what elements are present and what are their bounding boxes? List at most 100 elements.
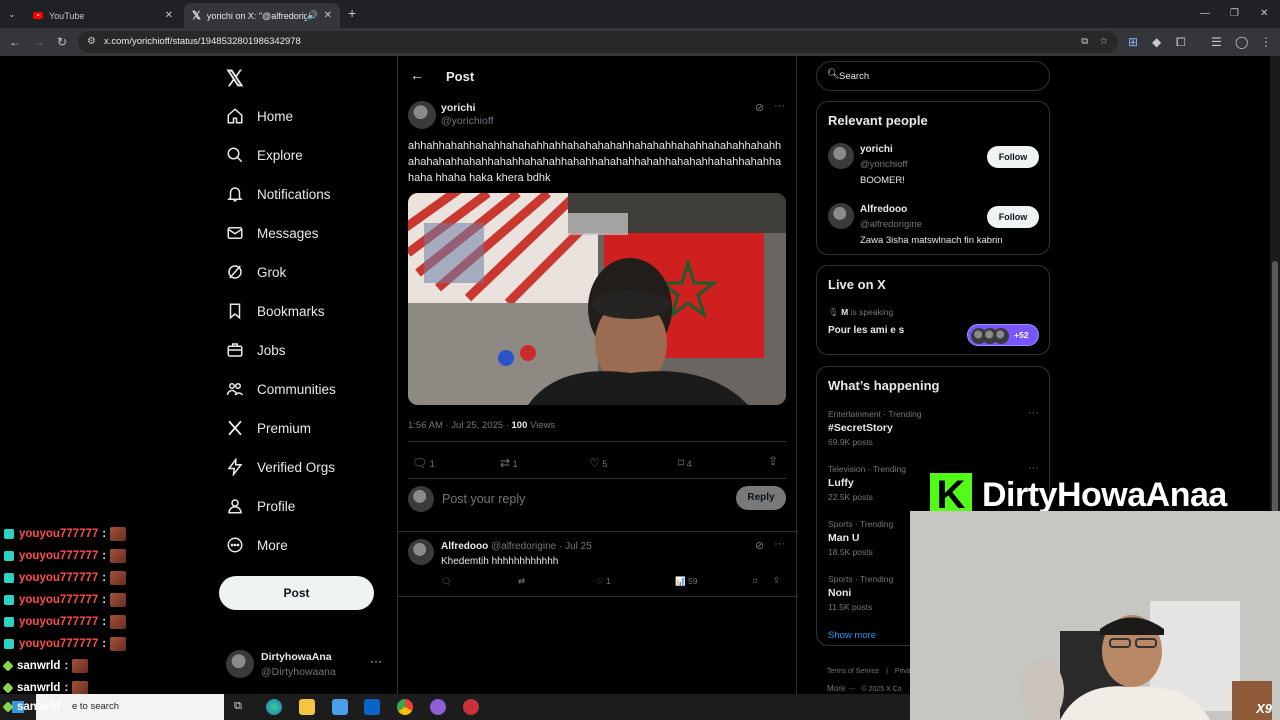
obs-icon[interactable] xyxy=(430,699,446,715)
person-name[interactable]: Alfredooo xyxy=(860,204,907,215)
window-close-icon[interactable]: ✕ xyxy=(1260,8,1268,20)
file-explorer-icon[interactable] xyxy=(299,699,315,715)
views-action[interactable]: 📊 59 xyxy=(675,576,697,587)
x-logo-icon[interactable]: 𝕏 xyxy=(226,66,244,92)
nav-premium[interactable]: Premium xyxy=(226,413,311,443)
nav-explore[interactable]: Explore xyxy=(226,140,303,170)
trend-item[interactable]: Sports · Trending Man U 18.5K posts xyxy=(828,519,893,557)
space-title[interactable]: Pour les ami e s xyxy=(828,325,904,336)
like-action[interactable]: ♡ 5 xyxy=(589,456,607,470)
account-switcher[interactable]: DirtyhowaAna @Dirtyhowaana ··· xyxy=(226,648,396,682)
taskbar-search-box[interactable]: e to search xyxy=(36,694,224,720)
privacy-link[interactable]: Priva xyxy=(895,668,911,675)
more-dots-icon[interactable]: ··· xyxy=(774,538,785,550)
edge-icon[interactable] xyxy=(266,699,282,715)
restore-icon[interactable]: ❐ xyxy=(1230,8,1239,20)
reply-button[interactable]: Reply xyxy=(736,486,786,510)
chat-separator: : xyxy=(102,594,107,606)
repost-action[interactable]: ⇄ 1 xyxy=(500,456,518,470)
bookmark-icon[interactable]: ⌑ xyxy=(753,576,757,587)
follow-button[interactable]: Follow xyxy=(987,146,1039,168)
tweet-author-name[interactable]: yorichi xyxy=(441,102,475,114)
grok-icon[interactable]: ⊘ xyxy=(755,539,764,552)
tweet-media[interactable] xyxy=(408,193,786,405)
task-view-icon[interactable]: ⧉ xyxy=(234,700,242,713)
back-arrow-icon[interactable]: ← xyxy=(410,67,424,83)
more-dots-icon[interactable]: ··· xyxy=(1028,407,1039,419)
share-icon[interactable]: ⇪ xyxy=(773,575,780,586)
translate-icon[interactable]: ⊞ xyxy=(1128,36,1138,48)
speaker-icon[interactable]: 🔊 xyxy=(307,10,318,21)
extensions-puzzle-icon[interactable]: ⧠ xyxy=(1176,36,1186,48)
search-box[interactable]: 🔍︎ Search xyxy=(816,61,1050,91)
extension-icon[interactable]: ◆ xyxy=(1152,36,1161,48)
address-bar[interactable]: ⚙ x.com/yorichioff/status/19485328019863… xyxy=(78,31,1118,53)
more-link[interactable]: More ··· xyxy=(827,684,855,693)
avatar[interactable] xyxy=(408,101,436,129)
reply-tweet[interactable]: Alfredooo @alfredorigine · Jul 25 ⊘ ··· … xyxy=(398,532,798,596)
briefcase-icon xyxy=(227,343,243,357)
reload-icon[interactable]: ↻ xyxy=(57,36,67,48)
person-icon xyxy=(228,499,242,514)
bookmark-star-icon[interactable]: ☆ xyxy=(1099,31,1108,53)
avatar[interactable] xyxy=(828,143,854,169)
terms-link[interactable]: Terms of Service xyxy=(827,668,879,675)
site-info-icon[interactable]: ⚙ xyxy=(87,31,96,53)
more-dots-icon[interactable]: ··· xyxy=(370,654,382,668)
reply-text: Khedemtih hhhhhhhhhhhh xyxy=(441,556,559,567)
share-icon[interactable]: ⇪ xyxy=(768,454,778,468)
avatar[interactable] xyxy=(828,203,854,229)
show-more-link[interactable]: Show more xyxy=(828,630,876,641)
trend-item[interactable]: Television · Trending Luffy 22.5K posts xyxy=(828,464,906,502)
nav-verified-orgs[interactable]: Verified Orgs xyxy=(226,452,335,482)
reply-author-name[interactable]: Alfredooo xyxy=(441,541,488,552)
post-button[interactable]: Post xyxy=(219,576,374,610)
more-dots-icon[interactable]: ··· xyxy=(774,100,785,112)
avatar[interactable] xyxy=(408,539,434,565)
nav-communities[interactable]: Communities xyxy=(226,374,336,404)
menu-kebab-icon[interactable]: ⋮ xyxy=(1260,36,1272,48)
nav-jobs[interactable]: Jobs xyxy=(226,335,286,365)
space-listeners[interactable]: +52 xyxy=(967,324,1039,346)
tab-x-post[interactable]: 𝕏 yorichi on X: "@alfredorigin 🔊 ✕ xyxy=(184,3,340,28)
nav-grok[interactable]: Grok xyxy=(226,257,286,287)
chrome-icon[interactable] xyxy=(397,699,413,715)
reply-input[interactable]: Post your reply xyxy=(442,492,525,506)
nav-bookmarks[interactable]: Bookmarks xyxy=(226,296,325,326)
tab-youtube[interactable]: YouTube ✕ xyxy=(25,3,181,28)
repost-icon[interactable]: ⇄ xyxy=(518,576,525,587)
outlook-icon[interactable] xyxy=(364,699,380,715)
app-icon[interactable] xyxy=(463,699,479,715)
media-icon[interactable]: ☰ xyxy=(1211,36,1222,48)
new-tab-icon[interactable]: + xyxy=(348,6,356,20)
tab-search-chevron-icon[interactable]: ⌄ xyxy=(8,8,16,20)
reply-author-handle[interactable]: @alfredorigine xyxy=(491,541,556,552)
trend-item[interactable]: Entertainment · Trending #SecretStory 69… xyxy=(828,409,922,447)
minimize-icon[interactable]: — xyxy=(1200,8,1210,20)
like-action[interactable]: ♡ 1 xyxy=(596,576,611,587)
tweet-author-handle[interactable]: @yorichioff xyxy=(441,115,494,127)
person-name[interactable]: yorichi xyxy=(860,144,893,155)
forward-icon[interactable]: → xyxy=(33,36,45,48)
trend-item[interactable]: Sports · Trending Noni 11.5K posts xyxy=(828,574,893,612)
store-icon[interactable] xyxy=(332,699,348,715)
back-icon[interactable]: ← xyxy=(9,36,21,48)
nav-more[interactable]: More xyxy=(226,530,288,560)
nav-home[interactable]: Home xyxy=(226,101,293,131)
chat-badge-icon xyxy=(4,639,14,649)
close-icon[interactable]: ✕ xyxy=(324,10,332,21)
trend-category: Sports · Trending xyxy=(828,519,894,529)
nav-profile[interactable]: Profile xyxy=(226,491,295,521)
install-icon[interactable]: ⧉ xyxy=(1081,31,1088,53)
bookmark-action[interactable]: ⌑ 4 xyxy=(678,456,692,470)
profile-icon[interactable]: ◯ xyxy=(1235,36,1248,48)
reply-icon[interactable]: 🗨 xyxy=(441,576,452,587)
grok-icon[interactable]: ⊘ xyxy=(755,101,764,114)
reply-action[interactable]: 🗨 1 xyxy=(412,456,435,470)
follow-button[interactable]: Follow xyxy=(987,206,1039,228)
nav-notifications[interactable]: Notifications xyxy=(226,179,331,209)
close-icon[interactable]: ✕ xyxy=(165,10,173,21)
tweet-timestamp[interactable]: 1:56 AM · Jul 25, 2025 · xyxy=(408,420,512,431)
nav-messages[interactable]: Messages xyxy=(226,218,319,248)
chat-message: youyou777777: xyxy=(0,633,140,655)
